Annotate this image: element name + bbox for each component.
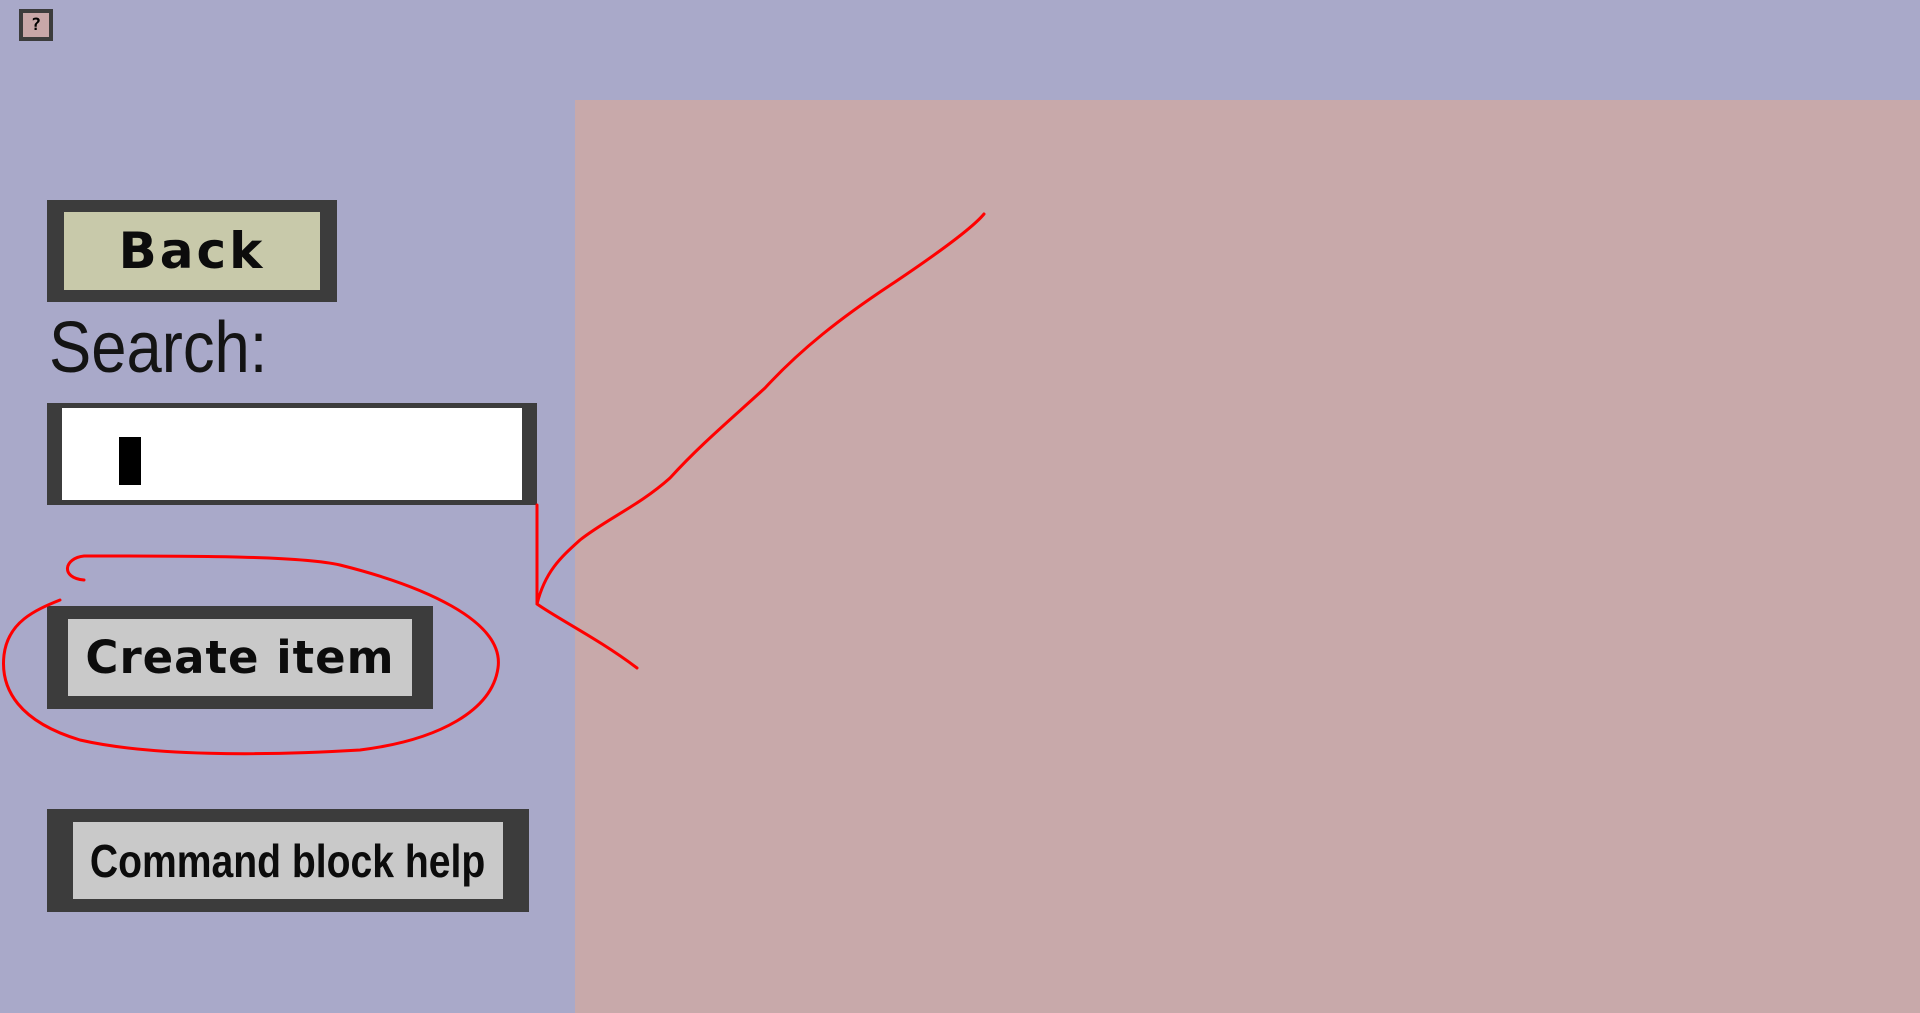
command-block-help-button[interactable]: Command block help: [47, 809, 529, 912]
search-field[interactable]: [47, 403, 537, 505]
search-field-inner: [62, 408, 522, 500]
help-button[interactable]: ?: [19, 9, 53, 41]
back-button[interactable]: Back: [47, 200, 337, 302]
command-block-help-button-frame: Command block help: [73, 822, 503, 899]
search-input[interactable]: [62, 408, 522, 500]
search-label: Search:: [49, 308, 268, 388]
command-block-help-button-label: Command block help: [90, 834, 486, 887]
back-button-label: Back: [64, 212, 320, 290]
create-item-button-label: Create item: [68, 619, 412, 696]
help-icon: ?: [23, 13, 49, 37]
create-item-button[interactable]: Create item: [47, 606, 433, 709]
content-panel: [575, 100, 1920, 1013]
